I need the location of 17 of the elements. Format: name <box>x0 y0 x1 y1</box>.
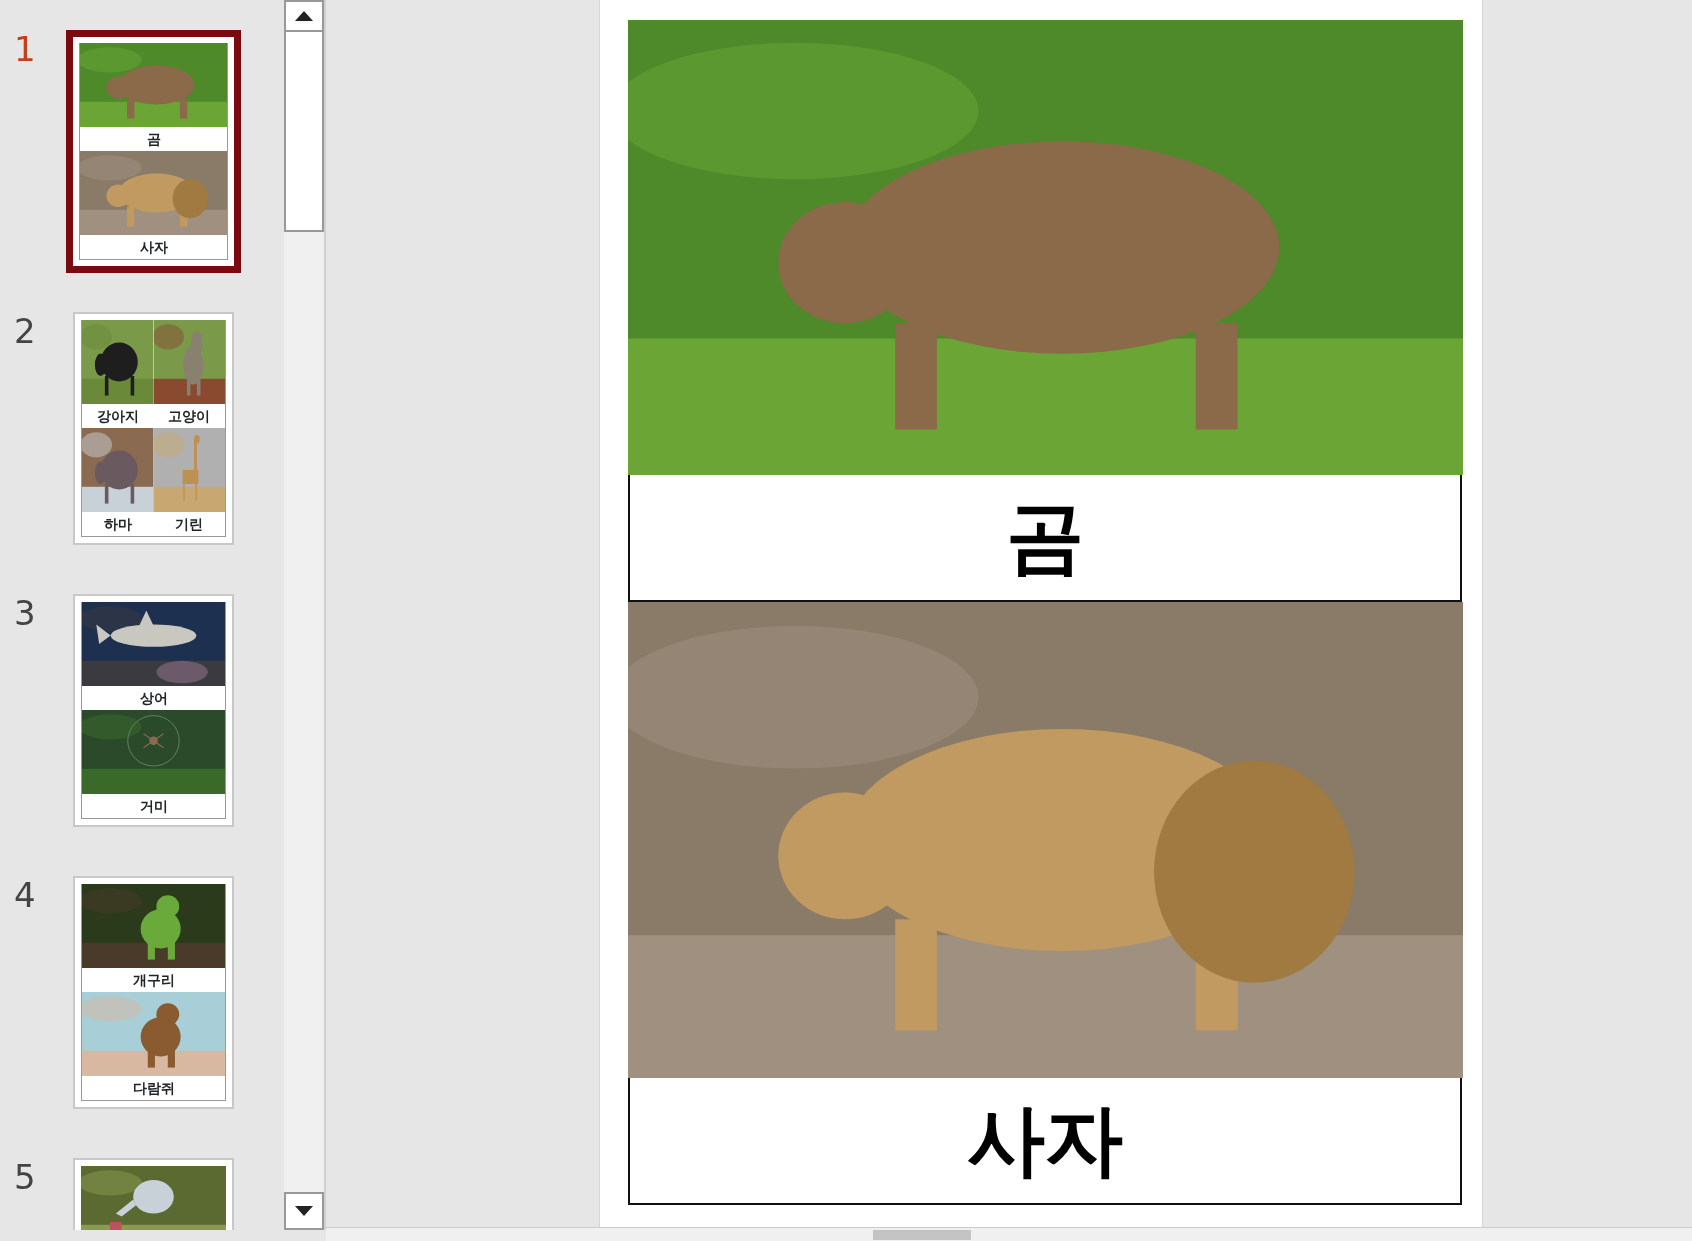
slide-number: 1 <box>13 30 37 66</box>
slide-thumbnail[interactable]: 곰 사자 <box>66 30 241 273</box>
scrollbar-thumb[interactable] <box>873 1230 971 1240</box>
scrollbar-thumb[interactable] <box>284 32 324 232</box>
slide-thumbnail[interactable]: 상어 거미 <box>73 594 234 827</box>
scroll-down-button[interactable] <box>284 1192 324 1230</box>
slide-thumbnail[interactable]: 개구리 다람쥐 <box>73 876 234 1109</box>
slide-caption: 사자 <box>628 1078 1462 1205</box>
slide-thumbnail[interactable] <box>73 1158 234 1230</box>
scroll-up-button[interactable] <box>284 0 324 32</box>
down-arrow-icon <box>295 1206 313 1216</box>
slide-thumbnail[interactable]: 강아지 고양이 하마 기린 <box>73 312 234 545</box>
slide-number: 5 <box>13 1158 37 1194</box>
up-arrow-icon <box>295 11 313 21</box>
slide-number: 2 <box>13 312 37 348</box>
slide-number: 4 <box>13 876 37 912</box>
slide-number: 3 <box>13 594 37 630</box>
